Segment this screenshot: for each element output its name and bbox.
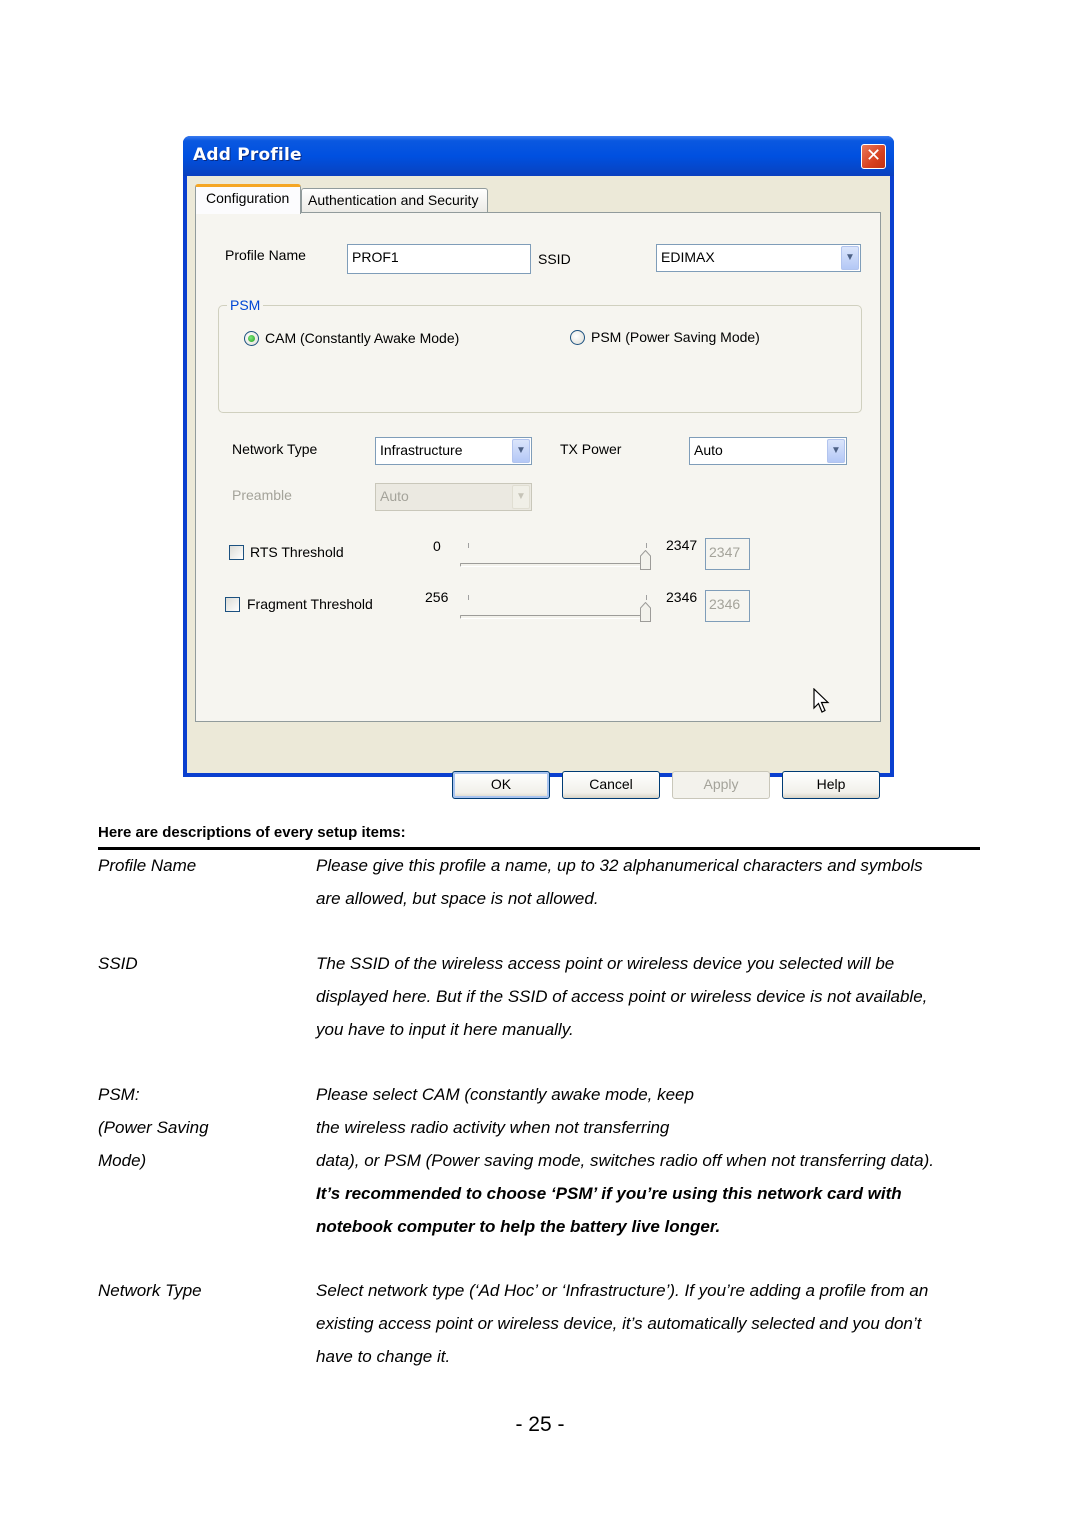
network-type-label: Network Type bbox=[232, 441, 318, 457]
radio-selected-dot bbox=[248, 335, 255, 342]
desc-text-line: The SSID of the wireless access point or… bbox=[316, 954, 895, 973]
page-number: - 25 - bbox=[515, 1413, 565, 1436]
tx-power-label: TX Power bbox=[560, 441, 622, 457]
desc-recommendation-line: It’s recommended to choose ‘PSM’ if you’… bbox=[316, 1184, 902, 1203]
desc-text-line: are allowed, but space is not allowed. bbox=[316, 889, 599, 908]
slider-tick bbox=[646, 595, 647, 600]
slider-tick bbox=[468, 543, 469, 548]
psm-groupbox: PSM CAM (Constantly Awake Mode) PSM (Pow… bbox=[218, 297, 862, 413]
network-type-value: Infrastructure bbox=[380, 442, 463, 458]
mouse-cursor-icon bbox=[813, 688, 830, 713]
title-bar[interactable]: Add Profile ✕ bbox=[183, 136, 894, 176]
add-profile-dialog: Add Profile ✕ Configuration Authenticati… bbox=[183, 136, 894, 799]
dialog-title: Add Profile bbox=[193, 145, 302, 165]
tx-power-dropdown[interactable]: Auto ▼ bbox=[689, 437, 847, 465]
chevron-down-icon: ▼ bbox=[512, 485, 530, 509]
fragment-max-label: 2346 bbox=[666, 589, 698, 605]
tab-configuration[interactable]: Configuration bbox=[195, 184, 301, 214]
desc-text-line: existing access point or wireless device… bbox=[316, 1314, 922, 1333]
chevron-down-icon[interactable]: ▼ bbox=[841, 246, 859, 270]
ssid-value: EDIMAX bbox=[661, 249, 715, 265]
preamble-label: Preamble bbox=[232, 487, 292, 503]
psm-radio[interactable] bbox=[570, 330, 585, 345]
rts-max-label: 2347 bbox=[666, 537, 698, 553]
chevron-down-icon[interactable]: ▼ bbox=[512, 439, 530, 463]
close-button[interactable]: ✕ bbox=[861, 144, 886, 169]
desc-label-psm: (Power Saving bbox=[98, 1118, 209, 1137]
dialog-client: Configuration Authentication and Securit… bbox=[187, 176, 890, 799]
desc-label-profile-name: Profile Name bbox=[98, 856, 197, 875]
rts-slider-thumb[interactable] bbox=[640, 550, 651, 570]
rts-slider-track[interactable] bbox=[460, 563, 650, 567]
rts-value-box[interactable]: 2347 bbox=[705, 538, 750, 570]
rts-threshold-label[interactable]: RTS Threshold bbox=[250, 544, 344, 560]
fragment-min-label: 256 bbox=[425, 589, 449, 605]
desc-recommendation-line: notebook computer to help the battery li… bbox=[316, 1217, 721, 1236]
cam-radio[interactable] bbox=[244, 331, 259, 346]
desc-text-line: data), or PSM (Power saving mode, switch… bbox=[316, 1151, 934, 1170]
apply-button: Apply bbox=[672, 771, 770, 799]
desc-text-line: the wireless radio activity when not tra… bbox=[316, 1118, 670, 1137]
desc-label-ssid: SSID bbox=[98, 954, 138, 973]
fragment-slider-thumb[interactable] bbox=[640, 602, 651, 622]
fragment-threshold-label[interactable]: Fragment Threshold bbox=[247, 596, 373, 612]
help-button[interactable]: Help bbox=[782, 771, 880, 799]
desc-label-psm: Mode) bbox=[98, 1151, 147, 1170]
preamble-dropdown: Auto ▼ bbox=[375, 483, 532, 511]
fragment-slider-track[interactable] bbox=[460, 615, 650, 619]
rts-threshold-checkbox[interactable] bbox=[229, 545, 244, 560]
psm-legend: PSM bbox=[227, 297, 264, 313]
rts-min-label: 0 bbox=[433, 538, 441, 554]
ssid-label: SSID bbox=[538, 251, 571, 267]
close-icon: ✕ bbox=[865, 145, 882, 166]
cam-radio-label[interactable]: CAM (Constantly Awake Mode) bbox=[265, 330, 459, 346]
desc-text-line: you have to input it here manually. bbox=[316, 1020, 574, 1039]
ok-button[interactable]: OK bbox=[452, 771, 550, 799]
desc-text-line: have to change it. bbox=[316, 1347, 451, 1366]
heading-rule bbox=[98, 847, 980, 850]
cancel-button[interactable]: Cancel bbox=[562, 771, 660, 799]
fragment-threshold-checkbox[interactable] bbox=[225, 597, 240, 612]
desc-label-network-type: Network Type bbox=[98, 1281, 202, 1300]
psm-radio-label[interactable]: PSM (Power Saving Mode) bbox=[591, 329, 760, 345]
desc-text-line: Please select CAM (constantly awake mode… bbox=[316, 1085, 694, 1104]
network-type-dropdown[interactable]: Infrastructure ▼ bbox=[375, 437, 532, 465]
desc-text-line: displayed here. But if the SSID of acces… bbox=[316, 987, 928, 1006]
profile-name-label: Profile Name bbox=[225, 247, 306, 263]
slider-tick bbox=[468, 595, 469, 600]
desc-text-line: Select network type (‘Ad Hoc’ or ‘Infras… bbox=[316, 1281, 929, 1300]
tx-power-value: Auto bbox=[694, 442, 723, 458]
tab-authentication-security[interactable]: Authentication and Security bbox=[301, 188, 488, 212]
fragment-value-box[interactable]: 2346 bbox=[705, 590, 750, 622]
slider-tick bbox=[646, 543, 647, 548]
descriptions-heading: Here are descriptions of every setup ite… bbox=[98, 824, 406, 841]
desc-text-line: Please give this profile a name, up to 3… bbox=[316, 856, 923, 875]
ssid-dropdown[interactable]: EDIMAX ▼ bbox=[656, 244, 861, 272]
preamble-value: Auto bbox=[380, 488, 409, 504]
chevron-down-icon[interactable]: ▼ bbox=[827, 439, 845, 463]
profile-name-input[interactable]: PROF1 bbox=[347, 244, 531, 274]
configuration-panel: Profile Name PROF1 SSID EDIMAX ▼ PSM CAM… bbox=[195, 212, 881, 722]
desc-label-psm: PSM: bbox=[98, 1085, 140, 1104]
